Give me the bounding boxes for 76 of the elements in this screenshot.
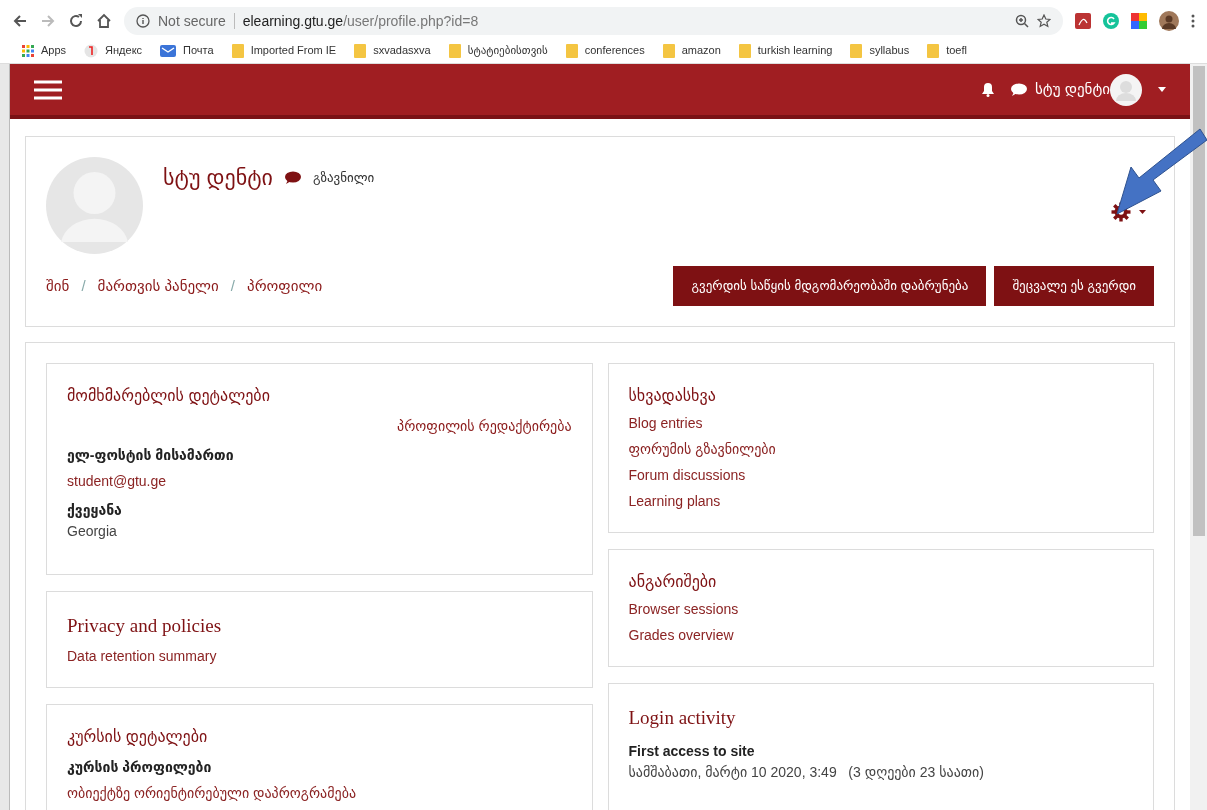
info-icon	[136, 14, 150, 28]
bookmark-link[interactable]: syllabus	[869, 42, 910, 59]
bookmark-link[interactable]: turkish learning	[757, 42, 833, 59]
message-link[interactable]: გზავნილი	[312, 167, 375, 188]
field-label: ელ-ფოსტის მისამართი	[67, 446, 235, 465]
card-link[interactable]: Forum discussions	[628, 464, 1133, 486]
bookmark-link[interactable]: Яндекс	[105, 42, 143, 59]
bookmark-link[interactable]: sxvadasxva	[373, 42, 431, 59]
zoom-icon[interactable]	[1015, 14, 1029, 28]
pdf-extension-icon[interactable]	[1075, 13, 1091, 29]
profile-name: სტუ დენტი	[163, 164, 273, 192]
menu-dots-icon[interactable]	[1191, 14, 1195, 28]
edit-profile-link[interactable]: პროფილის რედაქტირება	[397, 416, 572, 437]
field-value: სამშაბათი, მარტი 10 2020, 3:49 (3 დღეები 23 საათი)	[628, 762, 985, 782]
card-link[interactable]: Grades overview	[628, 624, 1133, 646]
field-value: Georgia	[67, 522, 118, 541]
profile-picture-icon	[46, 157, 143, 254]
breadcrumb-separator: /	[81, 275, 86, 296]
card-title: კურსის დეტალები	[67, 726, 209, 748]
url-text: elearning.gtu.ge/user/profile.php?id=8	[242, 11, 479, 31]
bookmark-link[interactable]: toefl	[946, 42, 967, 59]
card-title: Login activity	[628, 706, 737, 730]
card-link[interactable]: Browser sessions	[628, 598, 1133, 620]
breadcrumb-link[interactable]: შინ	[46, 274, 70, 298]
user-name[interactable]: სტუ დენტი	[1035, 78, 1110, 101]
bookmark-link[interactable]: amazon	[681, 42, 721, 59]
field-label: ქვეყანა	[67, 501, 123, 520]
field-label: First access to site	[628, 741, 756, 761]
card-link[interactable]: ფორუმის გზავნილები	[628, 438, 1133, 460]
card-link[interactable]: Data retention summary	[67, 644, 572, 667]
folder-icon	[927, 43, 940, 58]
breadcrumb-link[interactable]: პროფილი	[247, 274, 323, 298]
bookmark-link[interactable]: Apps	[41, 42, 67, 59]
mail-icon	[160, 44, 177, 57]
card-link[interactable]: Learning plans	[628, 490, 1133, 512]
folder-icon	[565, 43, 578, 58]
home-icon[interactable]	[96, 13, 112, 29]
field-label: კურსის პროფილები	[67, 757, 213, 777]
folder-icon	[231, 43, 244, 58]
chat-icon[interactable]	[284, 170, 301, 185]
card-link[interactable]: Blog entries	[628, 412, 1133, 434]
caret-icon[interactable]	[1158, 87, 1166, 92]
card-link[interactable]: student@gtu.ge	[67, 470, 572, 492]
user-avatar-icon[interactable]	[1110, 73, 1142, 106]
bell-icon[interactable]	[981, 82, 996, 97]
reload-icon[interactable]	[68, 13, 84, 29]
caret-icon[interactable]	[1139, 210, 1146, 214]
page-action-button[interactable]: გვერდის საწყის მდგომარეობაში დაბრუნება	[673, 266, 987, 306]
card-title: Privacy and policies	[67, 614, 223, 638]
folder-icon	[662, 43, 675, 58]
card-link[interactable]: ობიექტზე ორიენტირებული დაპროგრამება	[67, 781, 572, 804]
scrollbar[interactable]	[1190, 64, 1207, 810]
security-label: Not secure	[158, 11, 226, 31]
back-icon[interactable]	[12, 13, 28, 29]
card-title: მომხმარებლის დეტალები	[67, 386, 271, 407]
star-icon[interactable]	[1037, 14, 1051, 28]
avatar-icon[interactable]	[1159, 11, 1179, 31]
breadcrumb-link[interactable]: მართვის პანელი	[97, 274, 219, 298]
yandex-icon	[84, 43, 99, 58]
chat-icon[interactable]	[1011, 82, 1028, 97]
bookmark-link[interactable]: სტატიებისთვის	[467, 42, 548, 59]
bookmark-link[interactable]: Почта	[183, 42, 214, 59]
card-title: ანგარიშები	[628, 572, 718, 593]
folder-icon	[448, 43, 461, 58]
bookmark-link[interactable]: conferences	[584, 42, 645, 59]
color-extension-icon[interactable]	[1131, 13, 1147, 29]
card-title: სხვადასხვა	[628, 386, 717, 407]
bookmark-link[interactable]: Imported From IE	[250, 42, 337, 59]
folder-icon	[738, 43, 751, 58]
page-action-button[interactable]: შეცვალე ეს გვერდი	[994, 266, 1154, 306]
menu-icon[interactable]	[34, 79, 62, 100]
folder-icon	[850, 43, 863, 58]
folder-icon	[354, 43, 367, 58]
apps-grid-icon	[22, 44, 34, 57]
breadcrumb-separator: /	[230, 275, 235, 296]
address-bar[interactable]: Not secure elearning.gtu.ge/user/profile.php?id=8	[124, 7, 1063, 35]
